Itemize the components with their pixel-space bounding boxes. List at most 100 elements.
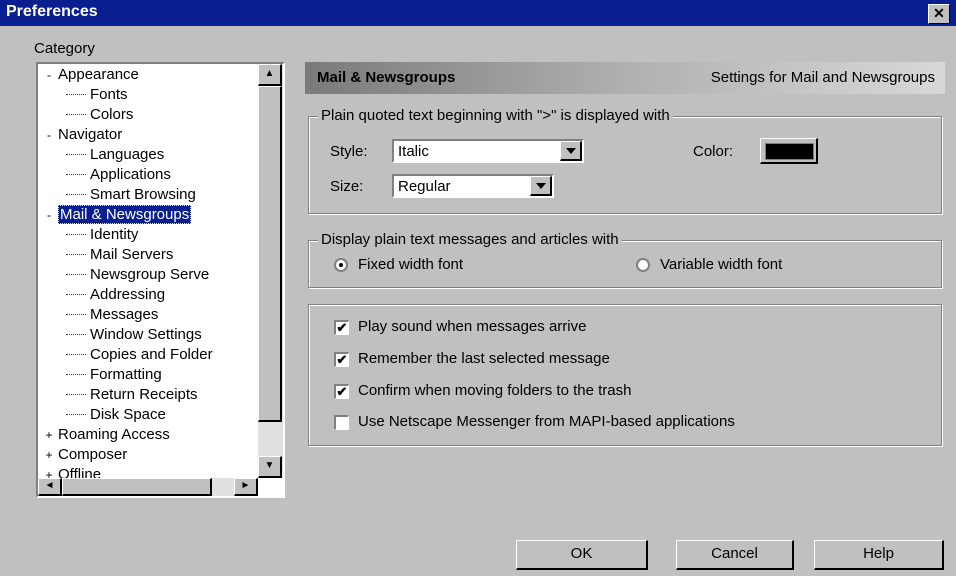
remember-message-label[interactable]: Remember the last selected message bbox=[358, 350, 610, 367]
tree-item-label: Composer bbox=[58, 446, 128, 463]
color-picker-button[interactable] bbox=[760, 138, 818, 164]
tree-connector bbox=[66, 254, 86, 255]
tree-connector bbox=[66, 234, 86, 235]
tree-item-label: Appearance bbox=[58, 66, 139, 83]
tree-item-label: Colors bbox=[90, 106, 134, 123]
tree-item[interactable]: + Composer bbox=[44, 446, 127, 466]
tree-item-label: Disk Space bbox=[90, 406, 166, 423]
collapse-icon[interactable]: - bbox=[44, 68, 54, 82]
fixed-width-radio[interactable] bbox=[334, 258, 348, 272]
style-label: Style: bbox=[330, 143, 368, 160]
tree-item-label: Navigator bbox=[58, 126, 123, 143]
check-mark-icon: ✔ bbox=[336, 320, 348, 335]
tree-item[interactable]: Identity bbox=[66, 226, 138, 246]
tree-item-label: Window Settings bbox=[90, 326, 202, 343]
tree-item-label: Applications bbox=[90, 166, 171, 183]
collapse-icon[interactable]: - bbox=[44, 208, 54, 222]
tree-connector bbox=[66, 374, 86, 375]
tree-item[interactable]: - Mail & Newsgroups bbox=[44, 205, 192, 226]
tree-item-label: Addressing bbox=[90, 286, 166, 303]
tree-item[interactable]: Newsgroup Serve bbox=[66, 266, 209, 286]
ok-button[interactable]: OK bbox=[516, 540, 648, 570]
tree-item[interactable]: - Appearance bbox=[44, 66, 139, 86]
tree-item[interactable]: Smart Browsing bbox=[66, 186, 196, 206]
tree-item[interactable]: Colors bbox=[66, 106, 133, 126]
tree-item[interactable]: Disk Space bbox=[66, 406, 166, 426]
tree-connector bbox=[66, 414, 86, 415]
tree-item[interactable]: + Roaming Access bbox=[44, 426, 170, 446]
tree-connector bbox=[66, 94, 86, 95]
tree-item[interactable]: Window Settings bbox=[66, 326, 202, 346]
tree-item-label: Roaming Access bbox=[58, 426, 170, 443]
tree-item-label: Messages bbox=[90, 306, 159, 323]
tree-item[interactable]: Messages bbox=[66, 306, 158, 326]
style-select-value: Italic bbox=[398, 143, 429, 160]
tree-item-label: Formatting bbox=[90, 366, 162, 383]
tree-item-label: Smart Browsing bbox=[90, 186, 196, 203]
tree-connector bbox=[66, 194, 86, 195]
preferences-dialog: Preferences ✕ Category - Appearance Fonts C… bbox=[0, 0, 956, 576]
check-mark-icon: ✔ bbox=[336, 384, 348, 399]
category-label: Category bbox=[34, 40, 95, 57]
expand-icon[interactable]: + bbox=[44, 428, 54, 442]
window-title: Preferences bbox=[6, 3, 98, 20]
tree-item-label: Return Receipts bbox=[90, 386, 198, 403]
title-bar: Preferences ✕ bbox=[0, 0, 956, 26]
tree-horizontal-scrollbar[interactable]: ◄ ► bbox=[38, 478, 258, 496]
close-button[interactable]: ✕ bbox=[928, 4, 950, 24]
size-select-value: Regular bbox=[398, 178, 451, 195]
confirm-trash-label[interactable]: Confirm when moving folders to the trash bbox=[358, 382, 631, 399]
size-select[interactable]: Regular bbox=[392, 174, 554, 198]
tree-item[interactable]: Fonts bbox=[66, 86, 128, 106]
expand-icon[interactable]: + bbox=[44, 448, 54, 462]
scroll-right-button[interactable]: ► bbox=[234, 478, 258, 496]
tree-item[interactable]: Formatting bbox=[66, 366, 162, 386]
tree-connector bbox=[66, 334, 86, 335]
play-sound-checkbox[interactable]: ✔ bbox=[334, 320, 349, 335]
tree-connector bbox=[66, 114, 86, 115]
tree-item-label: Languages bbox=[90, 146, 165, 163]
use-messenger-mapi-label[interactable]: Use Netscape Messenger from MAPI-based a… bbox=[358, 413, 735, 430]
tree-item[interactable]: Languages bbox=[66, 146, 164, 166]
tree-item[interactable]: Copies and Folder bbox=[66, 346, 213, 366]
chevron-down-icon[interactable] bbox=[560, 141, 582, 161]
tree-connector bbox=[66, 394, 86, 395]
color-swatch bbox=[765, 143, 814, 160]
tree-connector bbox=[66, 174, 86, 175]
category-tree[interactable]: - Appearance Fonts Colors - Navigator Language… bbox=[36, 62, 285, 498]
tree-item[interactable]: Applications bbox=[66, 166, 171, 186]
tree-item[interactable]: Mail Servers bbox=[66, 246, 173, 266]
use-messenger-mapi-checkbox[interactable]: ✔ bbox=[334, 415, 349, 430]
tree-connector bbox=[66, 274, 86, 275]
variable-width-label[interactable]: Variable width font bbox=[660, 256, 782, 273]
scroll-left-button[interactable]: ◄ bbox=[38, 478, 62, 496]
size-label: Size: bbox=[330, 178, 364, 195]
tree-item[interactable]: Return Receipts bbox=[66, 386, 198, 406]
scroll-up-button[interactable]: ▲ bbox=[258, 64, 282, 86]
tree-connector bbox=[66, 154, 86, 155]
help-button[interactable]: Help bbox=[814, 540, 944, 570]
tree-item-label: Copies and Folder bbox=[90, 346, 213, 363]
fixed-width-label[interactable]: Fixed width font bbox=[358, 256, 463, 273]
cancel-button[interactable]: Cancel bbox=[676, 540, 794, 570]
horizontal-scroll-thumb[interactable] bbox=[62, 478, 212, 496]
tree-item-label: Mail Servers bbox=[90, 246, 174, 263]
tree-item[interactable]: Addressing bbox=[66, 286, 165, 306]
scroll-thumb[interactable] bbox=[258, 86, 282, 422]
tree-vertical-scrollbar[interactable]: ▲ ▼ bbox=[258, 64, 283, 478]
remember-message-checkbox[interactable]: ✔ bbox=[334, 352, 349, 367]
tree-item[interactable]: - Navigator bbox=[44, 126, 122, 146]
style-select[interactable]: Italic bbox=[392, 139, 584, 163]
confirm-trash-checkbox[interactable]: ✔ bbox=[334, 384, 349, 399]
quoted-text-caption: Plain quoted text beginning with ">" is … bbox=[318, 107, 673, 124]
tree-item-label: Identity bbox=[90, 226, 139, 243]
tree-connector bbox=[66, 314, 86, 315]
chevron-down-icon[interactable] bbox=[530, 176, 552, 196]
scroll-down-button[interactable]: ▼ bbox=[258, 456, 282, 478]
collapse-icon[interactable]: - bbox=[44, 128, 54, 142]
variable-width-radio[interactable] bbox=[636, 258, 650, 272]
quoted-text-group bbox=[308, 116, 942, 214]
panel-header: Mail & Newsgroups Settings for Mail and … bbox=[305, 62, 945, 94]
play-sound-label[interactable]: Play sound when messages arrive bbox=[358, 318, 586, 335]
color-label: Color: bbox=[693, 143, 734, 160]
